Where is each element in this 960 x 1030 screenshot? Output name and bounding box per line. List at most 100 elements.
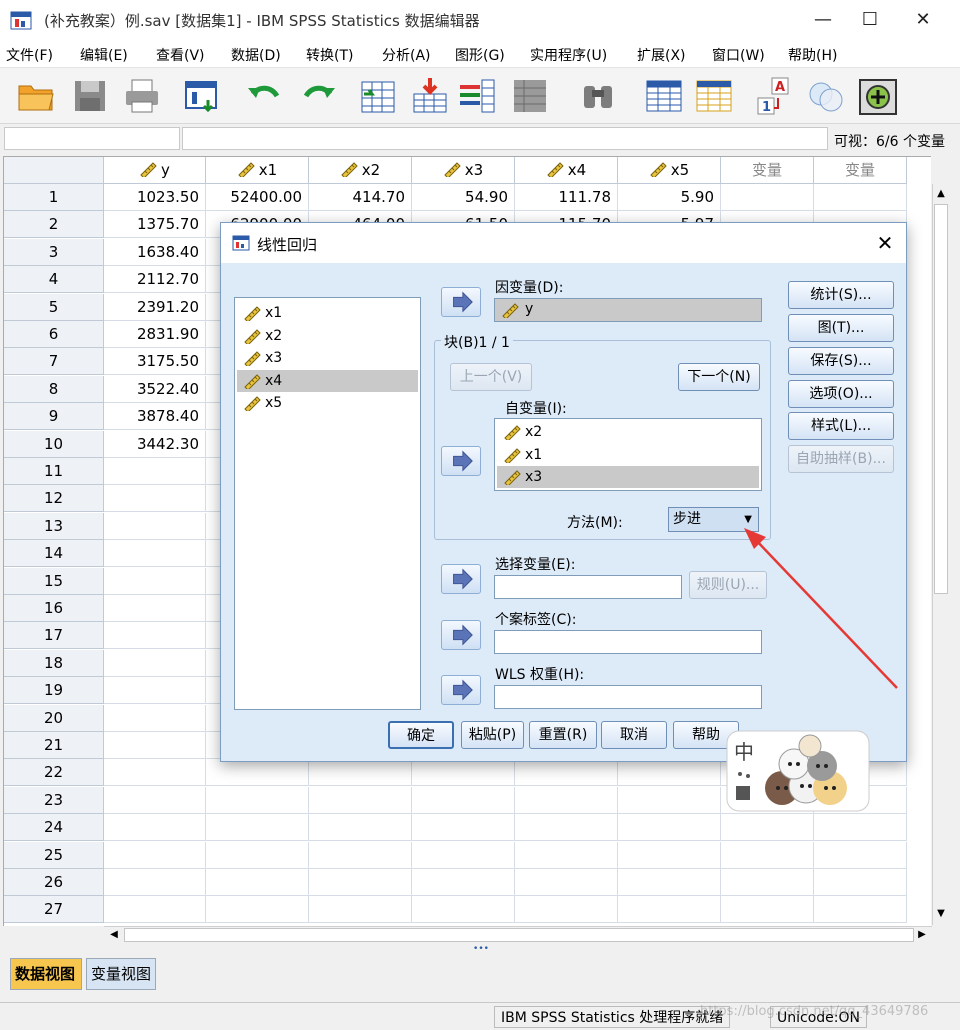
method-dropdown[interactable]: 步进 ▼ [668, 507, 759, 532]
redo-icon[interactable] [298, 76, 338, 116]
row-header[interactable]: 11 [4, 458, 104, 485]
grid-cell[interactable] [206, 814, 309, 842]
grid-cell[interactable] [104, 512, 206, 540]
grid-cell[interactable] [206, 759, 309, 787]
grid-cell[interactable] [721, 184, 814, 211]
row-header[interactable]: 27 [4, 896, 104, 924]
reset-button[interactable]: 重置(R) [529, 721, 597, 749]
column-header-var[interactable]: 变量 [721, 157, 814, 184]
grid-cell[interactable] [618, 841, 721, 869]
move-to-dependent-button[interactable] [441, 287, 481, 317]
grid-cell[interactable]: 3878.40 [104, 403, 206, 431]
menu-graphs[interactable]: 图形(G) [455, 45, 505, 65]
grid-cell[interactable] [412, 896, 515, 924]
row-header[interactable]: 23 [4, 786, 104, 814]
row-header[interactable]: 26 [4, 869, 104, 896]
independent-variable-item[interactable]: x1 [497, 444, 759, 466]
grid-cell[interactable]: 111.78 [515, 184, 618, 211]
maximize-button[interactable]: ☐ [847, 0, 893, 40]
menu-edit[interactable]: 编辑(E) [80, 45, 128, 65]
variables-icon[interactable] [458, 76, 498, 116]
grid-cell[interactable] [104, 622, 206, 650]
grid-cell[interactable] [412, 869, 515, 896]
source-variable-list[interactable]: x1 x2 x3 x4 x5 [234, 297, 421, 710]
print-icon[interactable] [122, 76, 162, 116]
grid-cell[interactable]: 54.90 [412, 184, 515, 211]
grid-cell[interactable]: 1375.70 [104, 211, 206, 239]
grid-cell[interactable] [618, 814, 721, 842]
row-header[interactable]: 13 [4, 512, 104, 540]
grid-cell[interactable] [618, 896, 721, 924]
add-extension-icon[interactable] [858, 76, 898, 116]
grid-cell[interactable] [814, 184, 907, 211]
undo-icon[interactable] [245, 76, 285, 116]
column-header-var[interactable]: 变量 [814, 157, 907, 184]
grid-cell[interactable] [618, 786, 721, 814]
column-header-x5[interactable]: x5 [618, 157, 721, 184]
grid-cell[interactable] [814, 869, 907, 896]
grid-cell[interactable]: 2112.70 [104, 266, 206, 294]
source-variable-item[interactable]: x5 [237, 392, 418, 414]
grid-cell[interactable] [721, 869, 814, 896]
grid-cell[interactable] [206, 869, 309, 896]
grid-cell[interactable]: 1023.50 [104, 184, 206, 211]
independent-variable-item[interactable]: x3 [497, 466, 759, 488]
grid-cell[interactable] [515, 841, 618, 869]
grid-cell[interactable] [309, 896, 412, 924]
row-header[interactable]: 15 [4, 567, 104, 595]
move-to-wls-button[interactable] [441, 675, 481, 705]
ok-button[interactable]: 确定 [388, 721, 454, 749]
menu-utilities[interactable]: 实用程序(U) [530, 45, 607, 65]
grid-cell[interactable] [104, 677, 206, 705]
row-header[interactable]: 21 [4, 732, 104, 759]
grid-cell[interactable] [412, 814, 515, 842]
grid-cell[interactable] [721, 841, 814, 869]
case-labels-field[interactable] [494, 630, 762, 654]
paste-button[interactable]: 粘贴(P) [461, 721, 524, 749]
row-header[interactable]: 25 [4, 841, 104, 869]
independent-variable-list[interactable]: x2 x1 x3 [494, 418, 762, 491]
row-header[interactable]: 14 [4, 540, 104, 568]
grid-corner[interactable] [4, 157, 104, 184]
row-header[interactable]: 22 [4, 759, 104, 787]
row-header[interactable]: 9 [4, 403, 104, 431]
grid-cell[interactable] [721, 896, 814, 924]
grid-cell[interactable] [206, 841, 309, 869]
independent-variable-item[interactable]: x2 [497, 421, 759, 443]
grid-cell[interactable] [515, 814, 618, 842]
grid-cell[interactable] [618, 759, 721, 787]
grid-cell[interactable]: 52400.00 [206, 184, 309, 211]
row-header[interactable]: 18 [4, 649, 104, 677]
insert-variable-icon[interactable] [694, 76, 734, 116]
grid-cell[interactable]: 3175.50 [104, 348, 206, 376]
grid-cell[interactable] [104, 896, 206, 924]
dependent-field[interactable]: y [494, 298, 762, 322]
move-to-selection-button[interactable] [441, 564, 481, 594]
save-disk-icon[interactable] [70, 76, 110, 116]
cell-reference-box[interactable] [4, 127, 180, 150]
scroll-up-icon[interactable]: ▲ [934, 186, 948, 202]
grid-cell[interactable] [104, 869, 206, 896]
menu-view[interactable]: 查看(V) [156, 45, 205, 65]
row-header[interactable]: 16 [4, 595, 104, 622]
menu-transform[interactable]: 转换(T) [306, 45, 353, 65]
goto-case-icon[interactable] [358, 76, 398, 116]
column-header-x3[interactable]: x3 [412, 157, 515, 184]
run-descriptives-icon[interactable] [510, 76, 550, 116]
close-button[interactable]: ✕ [900, 0, 946, 40]
grid-cell[interactable] [309, 841, 412, 869]
grid-cell[interactable] [104, 841, 206, 869]
cancel-button[interactable]: 取消 [601, 721, 667, 749]
row-header[interactable]: 4 [4, 266, 104, 294]
previous-block-button[interactable]: 上一个(V) [450, 363, 532, 391]
row-header[interactable]: 20 [4, 704, 104, 732]
save-button[interactable]: 保存(S)... [788, 347, 894, 375]
grid-cell[interactable]: 2831.90 [104, 321, 206, 348]
source-variable-item[interactable]: x2 [237, 325, 418, 347]
grid-cell[interactable] [309, 786, 412, 814]
use-sets-icon[interactable] [806, 76, 846, 116]
minimize-button[interactable]: — [800, 0, 846, 40]
selection-variable-field[interactable] [494, 575, 682, 599]
horizontal-scroll-thumb[interactable] [124, 928, 914, 942]
grid-cell[interactable] [104, 540, 206, 568]
